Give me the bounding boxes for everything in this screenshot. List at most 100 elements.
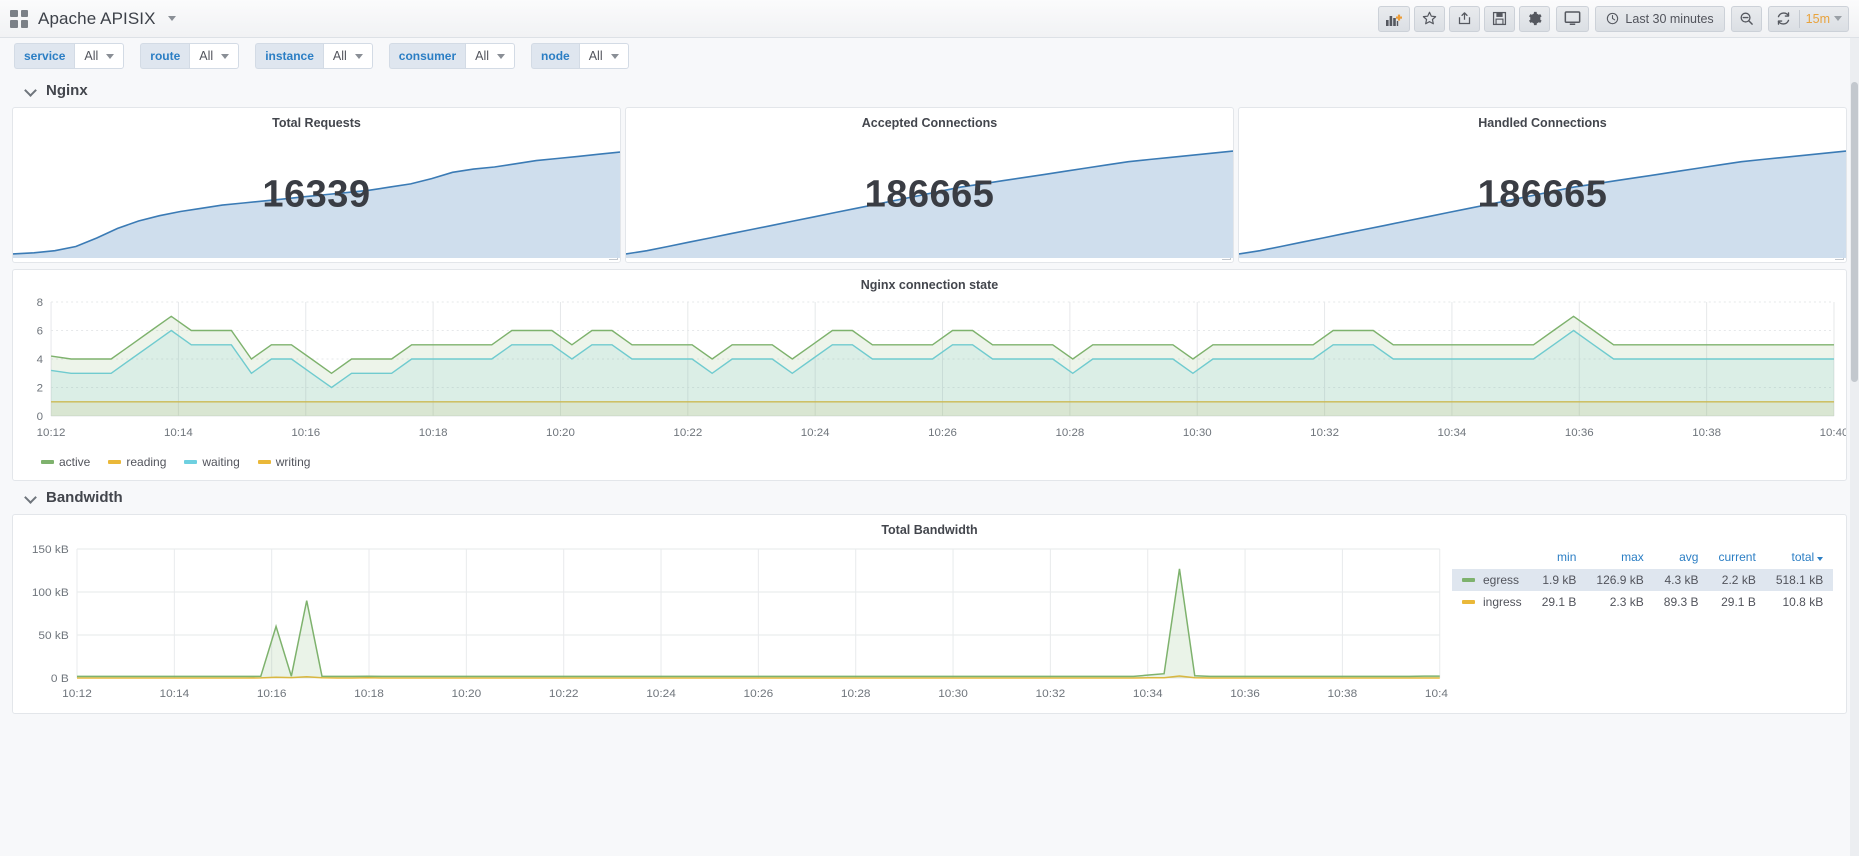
variable-value[interactable]: All [74, 43, 125, 69]
svg-text:10:12: 10:12 [62, 687, 92, 700]
legend-cell-avg: 4.3 kB [1653, 569, 1709, 591]
legend-col-avg[interactable]: avg [1654, 547, 1709, 569]
save-button[interactable] [1484, 5, 1516, 32]
legend-swatch [108, 460, 122, 464]
svg-text:10:14: 10:14 [160, 687, 190, 700]
variable-value[interactable]: All [578, 43, 629, 69]
legend-row[interactable]: ingress 29.1 B 2.3 kB 89.3 B 29.1 B 10.8 kB [1452, 591, 1833, 613]
save-icon [1493, 11, 1507, 26]
add-panel-button[interactable] [1378, 5, 1411, 32]
grid-menu-icon[interactable] [10, 9, 28, 28]
variable-service[interactable]: service All [14, 43, 125, 69]
legend-cell-avg: 89.3 B [1663, 595, 1699, 609]
legend-swatch [1462, 600, 1475, 604]
panel-title: Total Requests [272, 116, 361, 130]
svg-text:10:18: 10:18 [419, 427, 448, 439]
legend-item-reading[interactable]: reading [108, 455, 166, 469]
svg-text:10:20: 10:20 [546, 427, 575, 439]
kiosk-button[interactable] [1556, 5, 1590, 32]
star-icon [1423, 11, 1437, 25]
chart-legend: active reading waiting writing [13, 449, 1846, 477]
time-range-picker[interactable]: Last 30 minutes [1595, 5, 1725, 32]
variable-instance[interactable]: instance All [255, 43, 373, 69]
svg-text:10:36: 10:36 [1230, 687, 1260, 700]
legend-row[interactable]: egress 1.9 kB 126.9 kB 4.3 kB 2.2 kB 518.1 kB [1452, 569, 1834, 591]
variable-value[interactable]: All [189, 43, 240, 69]
row-header-bandwidth[interactable]: Bandwidth [0, 481, 1859, 514]
variable-label: node [531, 43, 579, 69]
chevron-down-icon [26, 85, 37, 96]
svg-text:2: 2 [37, 383, 43, 395]
tv-icon [1565, 11, 1581, 25]
singlestat-body: 186665 [626, 132, 1233, 258]
settings-button[interactable] [1519, 5, 1551, 32]
svg-text:10:16: 10:16 [291, 427, 320, 439]
legend-col-min[interactable]: min [1532, 547, 1587, 569]
page-scrollbar-track[interactable] [1850, 38, 1859, 856]
stat-value: 16339 [262, 173, 371, 216]
refresh-button[interactable] [1769, 6, 1799, 32]
svg-text:10:40: 10:40 [1820, 427, 1846, 439]
panel-total-requests[interactable]: Total Requests 16339 [12, 107, 621, 263]
panel-nginx-connection-state[interactable]: Nginx connection state 0 2 4 6 8 10:12 10:14 10… [12, 269, 1847, 481]
svg-text:10:24: 10:24 [801, 427, 830, 439]
bandwidth-body: 0 B 50 kB 100 kB 150 kB 10:12 10:14 10:16 10:18… [13, 539, 1846, 709]
share-button[interactable] [1449, 5, 1481, 32]
bandwidth-graph-area: 0 B 50 kB 100 kB 150 kB 10:12 10:14 10:16 10:18… [13, 539, 1455, 709]
variable-label: consumer [388, 43, 466, 69]
legend-col-total[interactable]: total [1766, 547, 1833, 569]
bandwidth-legend: min max avg current total egress 1.9 kB 12… [1448, 539, 1846, 709]
page-scrollbar-thumb[interactable] [1851, 82, 1858, 382]
chevron-down-icon[interactable] [167, 16, 176, 21]
legend-label: ingress [1483, 595, 1522, 609]
legend-cell-current: 29.1 B [1721, 595, 1756, 609]
legend-col-max[interactable]: max [1586, 547, 1653, 569]
variable-node[interactable]: node All [531, 43, 629, 69]
variable-value-text: All [332, 49, 347, 63]
svg-text:10:26: 10:26 [928, 427, 957, 439]
variable-label: route [140, 43, 190, 69]
svg-text:10:30: 10:30 [1183, 427, 1212, 439]
singlestat-body: 16339 [13, 132, 620, 258]
row-header-nginx[interactable]: Nginx [0, 74, 1859, 107]
variable-consumer[interactable]: consumer All [388, 43, 516, 69]
chevron-down-icon [221, 53, 230, 59]
chevron-down-icon [354, 53, 363, 59]
variable-value[interactable]: All [322, 43, 373, 69]
panel-accepted-connections[interactable]: Accepted Connections 186665 [625, 107, 1234, 263]
variable-value[interactable]: All [465, 43, 516, 69]
svg-text:10:14: 10:14 [164, 427, 193, 439]
panel-title: Accepted Connections [861, 116, 998, 130]
refresh-control[interactable]: 15m [1767, 5, 1849, 32]
svg-text:0 B: 0 B [51, 672, 69, 685]
row-title: Bandwidth [46, 489, 123, 506]
zoom-out-button[interactable] [1730, 5, 1762, 32]
panel-total-bandwidth[interactable]: Total Bandwidth 0 B 50 kB 100 kB 150 kB 10:1… [12, 514, 1847, 714]
panel-handled-connections[interactable]: Handled Connections 186665 [1238, 107, 1847, 263]
star-button[interactable] [1414, 5, 1446, 32]
page-title[interactable]: Apache APISIX [38, 9, 156, 29]
legend-header-row: min max avg current total [1452, 547, 1833, 569]
legend-series-name[interactable]: ingress [1452, 591, 1532, 613]
legend-cell-current: 2.2 kB [1708, 569, 1766, 591]
svg-text:10:36: 10:36 [1565, 427, 1594, 439]
svg-text:50 kB: 50 kB [38, 629, 69, 642]
legend-col-current[interactable]: current [1708, 547, 1765, 569]
panel-title: Nginx connection state [860, 278, 999, 292]
svg-text:10:28: 10:28 [1055, 427, 1084, 439]
svg-text:8: 8 [37, 297, 43, 309]
legend-series-name[interactable]: egress [1452, 569, 1532, 591]
legend-cell-total: 518.1 kB [1765, 569, 1834, 591]
template-variables-bar: service All route All instance All consu… [0, 38, 1859, 74]
svg-text:10:12: 10:12 [37, 427, 66, 439]
legend-item-writing[interactable]: writing [257, 455, 310, 469]
variable-route[interactable]: route All [140, 43, 240, 69]
legend-item-waiting[interactable]: waiting [184, 455, 240, 469]
stat-value: 186665 [1477, 173, 1608, 216]
legend-item-active[interactable]: active [41, 455, 90, 469]
svg-text:10:34: 10:34 [1133, 687, 1163, 700]
variable-label: instance [255, 43, 323, 69]
svg-text:10:16: 10:16 [257, 687, 287, 700]
legend-cell-max: 126.9 kB [1586, 569, 1654, 591]
refresh-interval-picker[interactable]: 15m [1800, 12, 1848, 26]
